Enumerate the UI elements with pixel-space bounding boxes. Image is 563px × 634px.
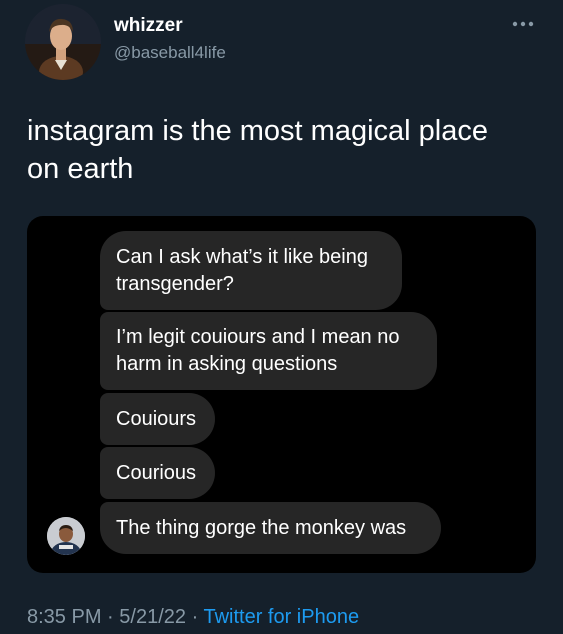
sender-avatar <box>47 517 85 555</box>
profile-photo-icon <box>25 4 101 80</box>
footer-separator: · <box>191 606 199 628</box>
tweet-footer: 8:35 PM · 5/21/22 · Twitter for iPhone <box>27 606 359 629</box>
message-text: I’m legit couiours and I mean no harm in… <box>116 326 400 375</box>
author-avatar[interactable] <box>25 4 101 80</box>
message-bubble: I’m legit couiours and I mean no harm in… <box>100 312 437 390</box>
message-text: Can I ask what’s it like being transgend… <box>116 245 368 295</box>
message-bubble: Couiours <box>100 393 215 445</box>
message-text: The thing gorge the monkey was <box>116 516 407 539</box>
tweet-media-dm-screenshot[interactable]: Can I ask what’s it like being transgend… <box>27 216 536 573</box>
message-bubble: Can I ask what’s it like being transgend… <box>100 231 402 310</box>
tweet-time[interactable]: 8:35 PM <box>27 606 101 628</box>
more-dots-icon <box>512 21 534 27</box>
sender-profile-photo-icon <box>47 517 85 555</box>
author-display-name[interactable]: whizzer <box>114 15 183 37</box>
tweet-date[interactable]: 5/21/22 <box>119 606 186 628</box>
more-horizontal-icon[interactable] <box>511 17 535 29</box>
footer-separator: · <box>107 606 114 628</box>
message-text: Couiours <box>116 407 197 430</box>
tweet-source-link[interactable]: Twitter for iPhone <box>203 606 359 628</box>
tweet-text: instagram is the most magical place on e… <box>27 115 488 185</box>
author-handle[interactable]: @baseball4life <box>114 43 226 63</box>
message-text: Courious <box>116 461 197 484</box>
message-bubble: The thing gorge the monkey was <box>100 502 441 554</box>
message-bubble: Courious <box>100 447 215 499</box>
